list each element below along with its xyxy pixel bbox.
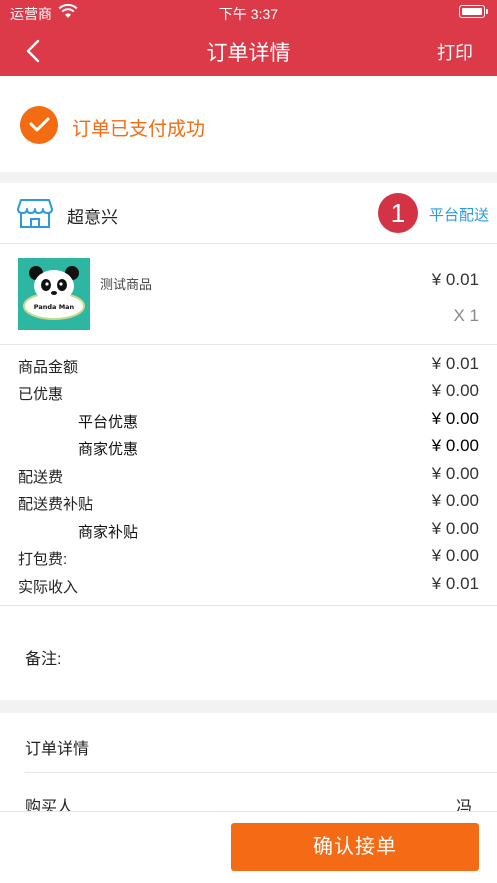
fee-value: ¥ 0.00 [431, 491, 479, 510]
payment-success-text: 订单已支付成功 [72, 119, 206, 140]
fee-value: ¥ 0.00 [431, 381, 479, 400]
battery-icon [459, 5, 488, 18]
store-name: 超意兴 [67, 208, 118, 227]
product-row: Panda Man 测试商品 ¥ 0.01 X 1 [0, 245, 497, 345]
order-detail-title: 订单详情 [25, 741, 90, 758]
fee-value: ¥ 0.00 [431, 546, 479, 565]
clock: 下午 3:37 [218, 6, 279, 22]
order-main-card: 超意兴 1 平台配送 Panda Man 测试商品 ¥ 0.01 X 1 商品金… [0, 183, 497, 700]
fee-item-merchant-subsidy: 商家补贴 ¥ 0.00 [0, 518, 497, 542]
fee-label: 商家优惠 [78, 441, 139, 458]
fee-item-merchant-discount: 商家优惠 ¥ 0.00 [0, 435, 497, 459]
fee-label: 商品金额 [18, 359, 79, 376]
fee-item-delivery-subsidy: 配送费补贴 ¥ 0.00 [0, 490, 497, 514]
fee-value: ¥ 0.00 [431, 464, 479, 483]
thumbnail-logo-text: Panda Man [34, 303, 75, 311]
fee-label: 配送费补贴 [18, 496, 94, 513]
delivery-type-link[interactable]: 平台配送 [429, 204, 489, 225]
nav-bar: 订单详情 打印 [0, 24, 497, 76]
divider [0, 605, 497, 606]
store-row: 超意兴 1 平台配送 [0, 183, 497, 244]
remark-label: 备注: [25, 651, 62, 668]
store-icon [17, 199, 53, 228]
divider [25, 772, 497, 773]
fee-value: ¥ 0.00 [431, 436, 479, 455]
product-quantity: X 1 [453, 306, 479, 325]
payment-status-card: 订单已支付成功 [0, 76, 497, 172]
fee-item-platform-discount: 平台优惠 ¥ 0.00 [0, 408, 497, 432]
check-circle-icon [20, 106, 58, 144]
product-name: 测试商品 [100, 277, 153, 292]
status-bar: 运营商 下午 3:37 [0, 0, 497, 24]
fee-value: ¥ 0.00 [431, 409, 479, 428]
fee-label: 商家补贴 [78, 524, 139, 541]
fee-item-delivery: 配送费 ¥ 0.00 [0, 463, 497, 487]
bottom-action-bar: 确认接单 [0, 811, 497, 883]
fee-value: ¥ 0.01 [431, 574, 479, 593]
fee-label: 已优惠 [18, 386, 64, 403]
fee-label: 平台优惠 [78, 414, 139, 431]
confirm-order-button[interactable]: 确认接单 [231, 823, 479, 871]
fee-label: 打包费: [18, 551, 68, 568]
product-price: ¥ 0.01 [431, 270, 479, 289]
page-title: 订单详情 [206, 42, 291, 65]
fee-item-subtotal: 商品金额 ¥ 0.01 [0, 353, 497, 377]
product-thumbnail: Panda Man [18, 258, 90, 330]
print-button[interactable]: 打印 [437, 39, 473, 65]
fee-item-actual-income: 实际收入 ¥ 0.01 [0, 573, 497, 597]
order-detail-card: 订单详情 购买人 冯 [0, 713, 497, 816]
fee-label: 实际收入 [18, 579, 79, 596]
top-bar: 运营商 下午 3:37 订单详情 打印 [0, 0, 497, 76]
fee-item-discount: 已优惠 ¥ 0.00 [0, 380, 497, 404]
order-number-badge: 1 [378, 193, 418, 233]
fee-item-packaging: 打包费: ¥ 0.00 [0, 545, 497, 569]
fee-value: ¥ 0.00 [431, 519, 479, 538]
fee-label: 配送费 [18, 469, 64, 486]
fee-value: ¥ 0.01 [431, 354, 479, 373]
